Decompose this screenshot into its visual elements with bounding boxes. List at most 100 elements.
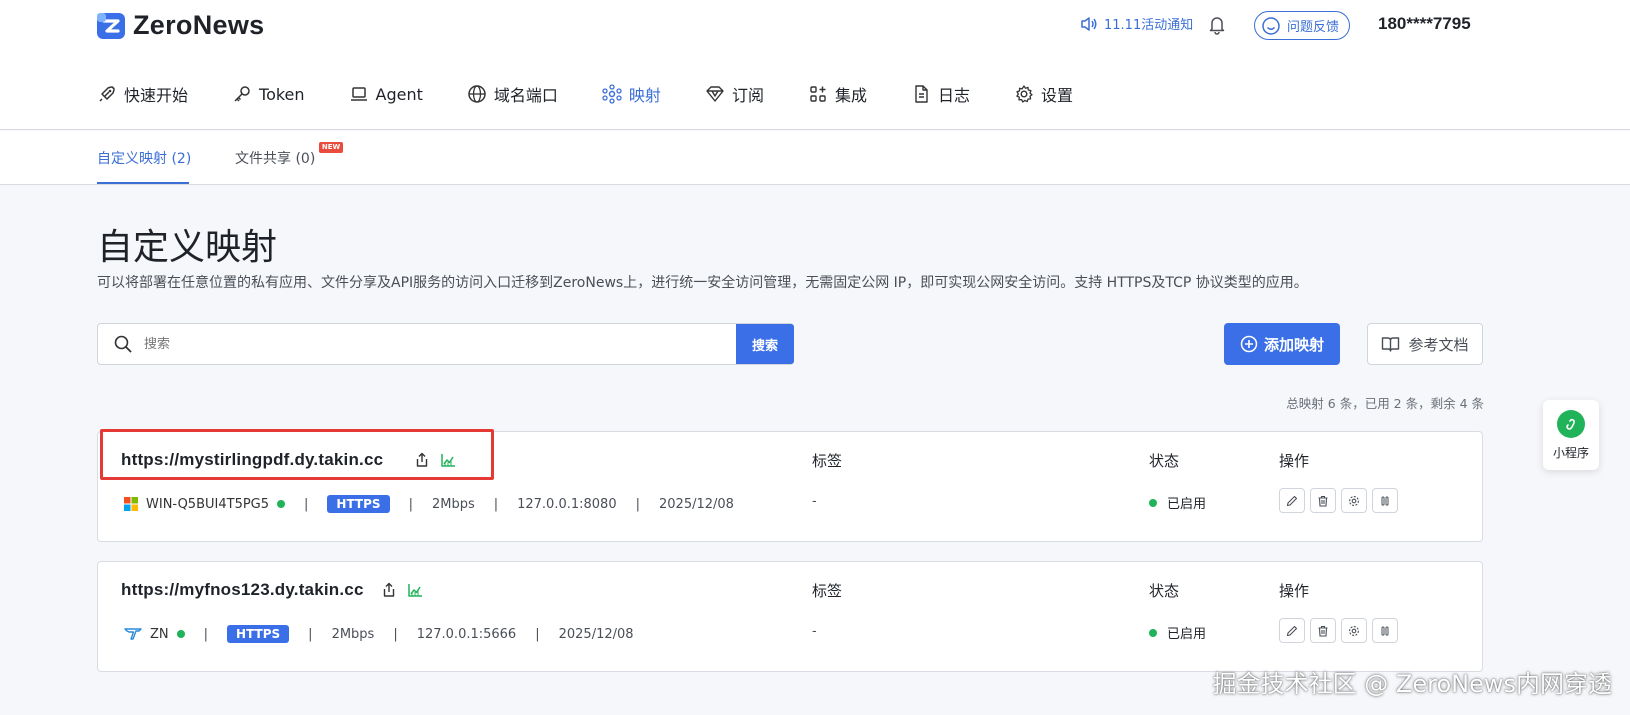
bandwidth: 2Mbps <box>331 626 375 642</box>
nav-label: 设置 <box>1040 86 1073 105</box>
logo[interactable]: ZeroNews <box>97 10 264 41</box>
pause-button[interactable] <box>1372 488 1398 513</box>
new-badge: NEW <box>318 142 344 153</box>
config-button[interactable] <box>1341 488 1367 513</box>
smile-icon <box>1262 16 1280 35</box>
protocol-badge: HTTPS <box>327 495 390 513</box>
created-date: 2025/12/08 <box>659 496 734 512</box>
nav-item-integrate[interactable]: 集成 <box>808 80 867 108</box>
grid-plus-icon <box>810 86 826 102</box>
document-icon <box>915 85 928 103</box>
nav-item-subscribe[interactable]: 订阅 <box>705 80 764 108</box>
pause-icon <box>1381 496 1389 505</box>
traffic-chart-icon[interactable] <box>407 582 423 598</box>
rocket-icon <box>99 86 115 102</box>
page-title: 自定义映射 <box>97 227 278 268</box>
config-button[interactable] <box>1341 618 1367 643</box>
url-actions <box>381 582 423 598</box>
notification-bell[interactable] <box>1208 15 1226 39</box>
tags-value: - <box>812 494 817 509</box>
edit-button[interactable] <box>1279 488 1305 513</box>
tab-file-share[interactable]: 文件共享 (0) NEW <box>235 142 344 168</box>
delete-button[interactable] <box>1310 618 1336 643</box>
edit-button[interactable] <box>1279 618 1305 643</box>
status-header: 状态 <box>1149 582 1180 600</box>
device-info: WIN-Q5BUI4T5PG5 <box>124 497 286 512</box>
logo-icon <box>97 12 125 39</box>
mapping-card: https://myfnos123.dy.takin.cc ZN | HTTPS… <box>97 561 1483 672</box>
search-button[interactable]: 搜索 <box>736 324 794 364</box>
separator: | <box>408 496 413 512</box>
nav-item-domain[interactable]: 域名端口 <box>467 80 558 108</box>
nav-item-mapping[interactable]: 映射 <box>602 80 661 108</box>
feedback-button[interactable]: 问题反馈 <box>1254 11 1351 40</box>
user-account[interactable]: 180****7795 <box>1378 14 1471 34</box>
mapping-icon <box>602 84 622 104</box>
diamond-icon <box>706 86 724 102</box>
separator: | <box>535 626 540 642</box>
activity-notice-label: 11.11活动通知 <box>1104 18 1194 33</box>
nav-label: Token <box>259 84 305 104</box>
main-nav: 快速开始 Token Agent 域名端口 映射 订阅 集成 日志 设置 <box>97 80 1117 108</box>
separator: | <box>393 626 398 642</box>
mapping-url[interactable]: https://myfnos123.dy.takin.cc <box>121 580 364 600</box>
mapping-card: https://mystirlingpdf.dy.takin.cc WIN-Q5… <box>97 429 1483 542</box>
mapping-url[interactable]: https://mystirlingpdf.dy.takin.cc <box>121 450 383 470</box>
tab-custom-mapping[interactable]: 自定义映射 (2) <box>97 148 191 168</box>
logo-text: ZeroNews <box>133 10 265 40</box>
delete-button[interactable] <box>1310 488 1336 513</box>
tab-file-share-label: 文件共享 (0) <box>235 151 316 167</box>
mapping-meta: ZN | HTTPS | 2Mbps | 127.0.0.1:5666 | 20… <box>124 625 634 643</box>
nav-label: 映射 <box>628 86 661 105</box>
docs-button[interactable]: 参考文档 <box>1367 323 1483 365</box>
watermark: 掘金技术社区 @ ZeroNews内网穿透 <box>1212 670 1612 698</box>
feedback-label: 问题反馈 <box>1287 20 1340 35</box>
share-icon[interactable] <box>414 452 430 468</box>
add-mapping-label: 添加映射 <box>1263 335 1324 354</box>
laptop-icon <box>350 87 367 101</box>
status-text: 已启用 <box>1167 627 1207 642</box>
trash-icon <box>1318 625 1328 637</box>
mini-program-icon <box>1557 409 1585 438</box>
traffic-chart-icon[interactable] <box>440 452 456 468</box>
active-tab-indicator <box>97 182 189 184</box>
tags-value: - <box>812 624 817 639</box>
row-actions <box>1279 618 1398 643</box>
globe-icon <box>468 85 486 103</box>
top-bar: ZeroNews 11.11活动通知 问题反馈 180****7795 快速开始 <box>0 0 1630 130</box>
nav-label: Agent <box>375 84 423 104</box>
nav-item-agent[interactable]: Agent <box>349 80 423 108</box>
key-icon <box>234 86 250 102</box>
separator: | <box>308 626 313 642</box>
nav-item-logs[interactable]: 日志 <box>911 80 970 108</box>
bandwidth: 2Mbps <box>431 496 475 512</box>
nav-item-token[interactable]: Token <box>232 80 305 108</box>
separator: | <box>304 496 309 512</box>
mapping-summary: 总映射 6 条，已用 2 条，剩余 4 条 <box>1286 396 1484 411</box>
pause-button[interactable] <box>1372 618 1398 643</box>
gear-icon <box>1349 495 1359 506</box>
share-icon[interactable] <box>381 582 397 598</box>
online-dot <box>277 500 286 508</box>
activity-notice[interactable]: 11.11活动通知 <box>1080 14 1193 33</box>
status-value: 已启用 <box>1149 623 1206 642</box>
mini-program-widget[interactable]: 小程序 <box>1543 400 1599 470</box>
nav-item-settings[interactable]: 设置 <box>1014 80 1073 108</box>
online-dot <box>176 630 185 638</box>
search-input[interactable] <box>144 325 736 363</box>
fnos-icon <box>124 628 142 640</box>
device-info: ZN <box>124 627 185 642</box>
pencil-icon <box>1286 495 1298 506</box>
created-date: 2025/12/08 <box>558 626 634 642</box>
ops-header: 操作 <box>1279 582 1310 600</box>
target-address: 127.0.0.1:5666 <box>416 626 517 642</box>
status-text: 已启用 <box>1167 497 1207 512</box>
row-actions <box>1279 488 1398 513</box>
book-icon <box>1382 337 1400 352</box>
status-dot <box>1149 628 1157 637</box>
nav-item-quickstart[interactable]: 快速开始 <box>97 80 188 108</box>
search-bar: 搜索 <box>97 323 794 365</box>
mapping-subtabs: 自定义映射 (2) 文件共享 (0) NEW <box>0 131 1630 185</box>
tags-header: 标签 <box>812 452 843 470</box>
add-mapping-button[interactable]: 添加映射 <box>1224 323 1340 365</box>
